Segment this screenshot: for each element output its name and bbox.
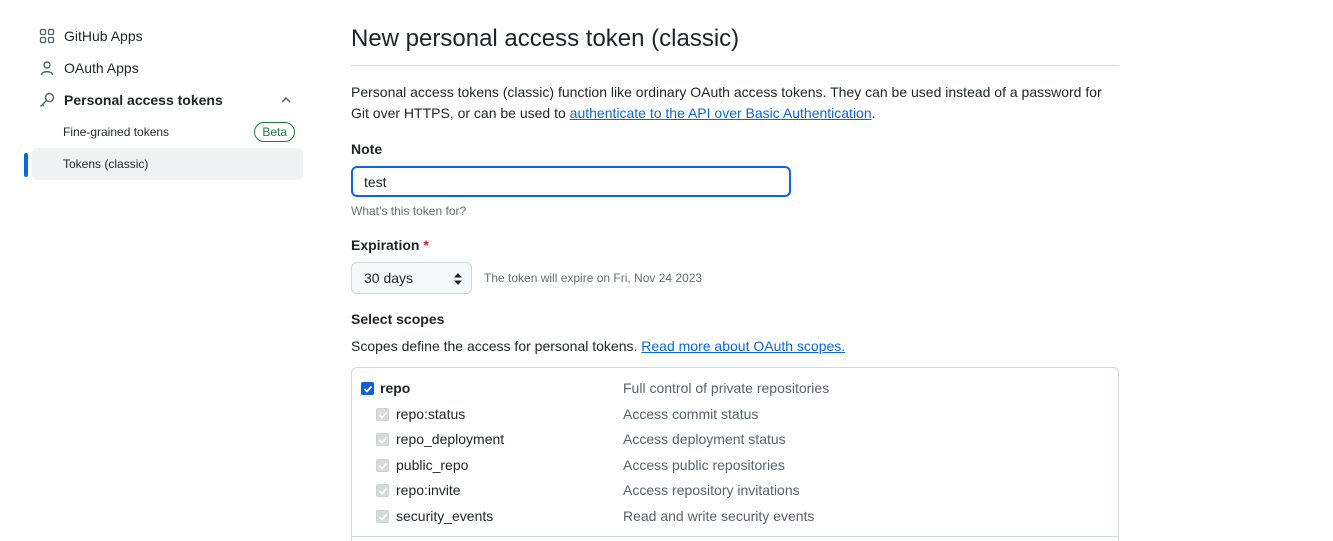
expiration-select[interactable]: 30 days (351, 262, 472, 294)
scope-description: Read and write security events (623, 508, 815, 524)
scope-row-repo-status: repo:status Access commit status (352, 403, 1118, 427)
description-end: . (871, 105, 876, 121)
apps-icon (39, 28, 55, 44)
expiration-hint: The token will expire on Fri, Nov 24 202… (484, 271, 703, 285)
sidebar-item-github-apps[interactable]: GitHub Apps (32, 20, 303, 52)
sidebar-item-label: Fine-grained tokens (63, 125, 170, 139)
title-divider (351, 65, 1119, 66)
public-repo-checkbox[interactable] (376, 459, 389, 472)
sidebar-item-label: Tokens (classic) (63, 157, 149, 171)
scope-description: Access deployment status (623, 431, 786, 447)
repo-invite-checkbox[interactable] (376, 484, 389, 497)
scope-group-divider (352, 536, 1118, 537)
beta-badge: Beta (254, 122, 295, 142)
scope-row-repo: repo Full control of private repositorie… (352, 377, 1118, 401)
scopes-list: repo Full control of private repositorie… (351, 367, 1119, 541)
note-label: Note (351, 141, 383, 157)
scope-name: public_repo (396, 457, 469, 473)
scope-name: repo (380, 380, 411, 396)
repo-status-checkbox[interactable] (376, 408, 389, 421)
expiration-label: Expiration * (351, 237, 429, 253)
repo-checkbox[interactable] (361, 382, 374, 395)
scope-row-security-events: security_events Read and write security … (352, 505, 1118, 529)
expiration-selected-value: 30 days (364, 270, 414, 286)
oauth-scopes-link[interactable]: Read more about OAuth scopes. (641, 338, 845, 354)
repo-deployment-checkbox[interactable] (376, 433, 389, 446)
scope-name: repo_deployment (396, 431, 505, 447)
scope-row-public-repo: public_repo Access public repositories (352, 454, 1118, 478)
sidebar-item-label: GitHub Apps (64, 28, 143, 44)
scopes-description: Scopes define the access for personal to… (351, 336, 1119, 357)
sidebar-item-fine-grained-tokens[interactable]: Fine-grained tokens Beta (32, 116, 303, 148)
scopes-description-text: Scopes define the access for personal to… (351, 338, 642, 354)
page-title: New personal access token (classic) (351, 25, 740, 52)
security-events-checkbox[interactable] (376, 510, 389, 523)
select-scopes-label: Select scopes (351, 311, 445, 327)
scope-description: Full control of private repositories (623, 380, 830, 396)
select-arrows-icon (453, 271, 463, 290)
scope-row-repo-deployment: repo_deployment Access deployment status (352, 428, 1118, 452)
note-hint: What’s this token for? (351, 204, 467, 218)
sidebar-item-label: Personal access tokens (64, 92, 223, 108)
scope-name: security_events (396, 508, 494, 524)
person-icon (39, 60, 55, 76)
sidebar-item-personal-access-tokens[interactable]: Personal access tokens (32, 84, 303, 116)
scope-name: repo:invite (396, 482, 461, 498)
scope-description: Access public repositories (623, 457, 785, 473)
chevron-up-icon[interactable] (280, 93, 292, 109)
sidebar-item-oauth-apps[interactable]: OAuth Apps (32, 52, 303, 84)
page-description: Personal access tokens (classic) functio… (351, 82, 1119, 124)
required-mark: * (423, 237, 429, 253)
scope-description: Access repository invitations (623, 482, 800, 498)
scope-row-repo-invite: repo:invite Access repository invitation… (352, 479, 1118, 503)
sidebar-item-label: OAuth Apps (64, 60, 139, 76)
key-icon (39, 92, 55, 108)
scope-description: Access commit status (623, 406, 759, 422)
active-indicator (24, 153, 28, 177)
sidebar-item-tokens-classic[interactable]: Tokens (classic) (32, 148, 303, 180)
scope-name: repo:status (396, 406, 466, 422)
basic-auth-link[interactable]: authenticate to the API over Basic Authe… (570, 105, 872, 121)
note-input[interactable] (351, 166, 791, 197)
expiration-label-text: Expiration (351, 237, 420, 253)
